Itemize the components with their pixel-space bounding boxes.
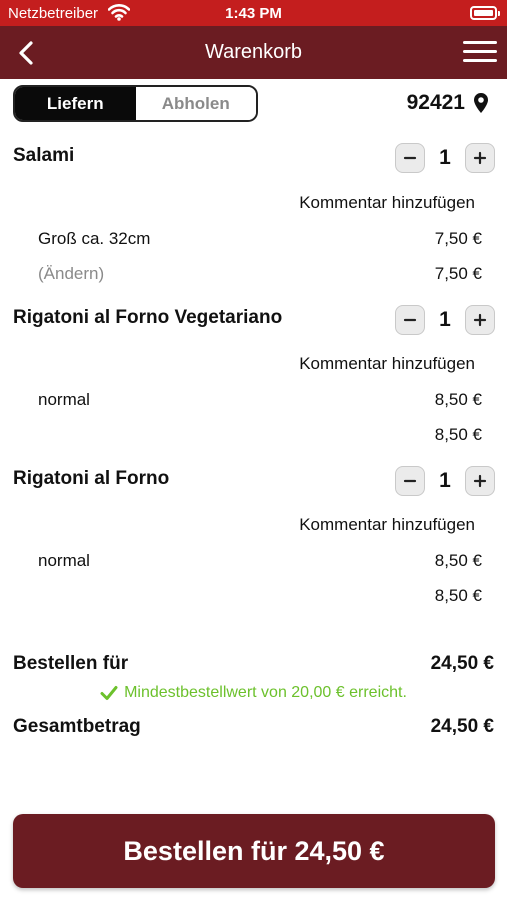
status-bar: Netzbetreiber 1:43 PM (0, 0, 507, 26)
add-comment-link[interactable]: Kommentar hinzufügen (299, 193, 475, 213)
order-for-label: Bestellen für (13, 653, 129, 674)
battery-icon (470, 6, 500, 20)
minus-icon (403, 156, 417, 160)
quantity-stepper: 1 (395, 143, 495, 173)
clock: 1:43 PM (225, 5, 282, 22)
postal-code: 92421 (406, 91, 465, 114)
item-option-label: normal (38, 390, 90, 409)
quantity-stepper: 1 (395, 305, 495, 335)
increase-quantity-button[interactable] (465, 305, 495, 335)
quantity-stepper: 1 (395, 466, 495, 496)
minus-icon (403, 318, 417, 322)
cart-item-name: Rigatoni al Forno (13, 468, 170, 489)
location-pin-icon (474, 93, 488, 113)
item-total-price: 8,50 € (434, 586, 482, 605)
item-option-price: 8,50 € (434, 551, 482, 570)
item-total-price: 8,50 € (434, 425, 482, 444)
item-total-price: 7,50 € (434, 264, 482, 283)
place-order-button[interactable]: Bestellen für 24,50 € (13, 814, 495, 888)
total-label: Gesamtbetrag (13, 716, 141, 737)
quantity-value: 1 (439, 146, 451, 169)
min-order-text: Mindestbestellwert von 20,00 € erreicht. (124, 684, 407, 701)
change-option-link[interactable]: (Ändern) (38, 264, 104, 284)
increase-quantity-button[interactable] (465, 466, 495, 496)
item-option-label: normal (38, 551, 90, 570)
delivery-mode-toggle: Liefern Abholen (13, 85, 258, 122)
plus-icon (473, 151, 487, 165)
increase-quantity-button[interactable] (465, 143, 495, 173)
decrease-quantity-button[interactable] (395, 466, 425, 496)
minus-icon (403, 479, 417, 483)
tab-deliver[interactable]: Liefern (15, 87, 136, 120)
cart-item-name: Rigatoni al Forno Vegetariano (13, 307, 283, 328)
decrease-quantity-button[interactable] (395, 143, 425, 173)
hamburger-menu-icon[interactable] (463, 39, 497, 65)
tab-pickup[interactable]: Abholen (135, 87, 256, 120)
decrease-quantity-button[interactable] (395, 305, 425, 335)
item-option-price: 7,50 € (434, 229, 482, 248)
quantity-value: 1 (439, 469, 451, 492)
cart-item-name: Salami (13, 145, 75, 166)
checkmark-icon (100, 686, 118, 700)
item-option-label: Groß ca. 32cm (38, 229, 151, 248)
min-order-message: Mindestbestellwert von 20,00 € erreicht. (0, 684, 507, 702)
page-title: Warenkorb (204, 41, 303, 63)
plus-icon (473, 313, 487, 327)
total-value: 24,50 € (430, 716, 494, 737)
order-for-value: 24,50 € (430, 653, 494, 674)
quantity-value: 1 (439, 308, 451, 331)
postal-code-selector[interactable]: 92421 (407, 91, 489, 115)
plus-icon (473, 474, 487, 488)
nav-bar: Warenkorb (0, 26, 507, 79)
add-comment-link[interactable]: Kommentar hinzufügen (299, 515, 475, 535)
item-option-price: 8,50 € (434, 390, 482, 409)
add-comment-link[interactable]: Kommentar hinzufügen (299, 354, 475, 374)
